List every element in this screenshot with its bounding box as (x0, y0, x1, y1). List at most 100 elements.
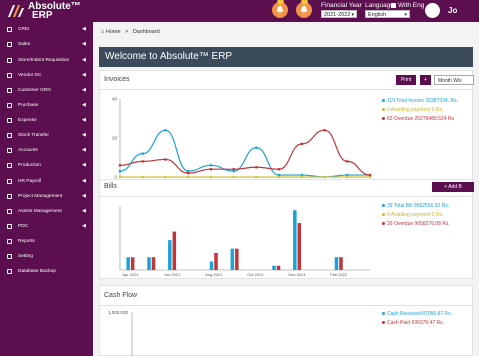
legend-awaiting: 0 Awaiting payment 0 Rs. (387, 107, 444, 113)
legend-awaiting: 0 Awaiting payment 0 Rs. (387, 212, 444, 218)
data-point (141, 160, 145, 163)
top-bar: Absolute™ ERP 0 0 Financial Year 2021-20… (0, 0, 479, 22)
legend-item: 39 Total Bill 9092556.92 Rs. (382, 202, 450, 211)
data-point (345, 160, 349, 163)
legend-dot (382, 204, 385, 208)
menu-icon (7, 27, 12, 32)
legend-dot (382, 117, 385, 121)
x-tick-label: Aug 2021 (205, 272, 223, 277)
add-bill-button[interactable]: + Add B (432, 182, 474, 192)
sidebar-item-assets-management[interactable]: Assets Management ◀ (0, 206, 93, 218)
legend-dot (382, 108, 385, 112)
bar (230, 248, 235, 270)
sidebar-item-expense[interactable]: Expense ◀ (0, 115, 93, 127)
y-tick-label: 40 (112, 97, 118, 102)
data-point (118, 169, 122, 173)
home-icon: ⌂ (101, 29, 105, 35)
print-button[interactable]: Print (396, 75, 416, 85)
legend-item: 0 Awaiting payment 0 Rs. (382, 211, 450, 220)
chevron-down-icon: ▾ (351, 12, 354, 18)
legend-dot (382, 99, 385, 103)
language-select[interactable]: English ▾ (365, 10, 410, 18)
notification-bell-2[interactable]: 0 (296, 0, 312, 18)
cashflow-legend: Cash Received 87056.87 Rs. Cash Paid 696… (382, 310, 452, 328)
menu-icon (7, 42, 12, 47)
data-point (209, 164, 213, 167)
bar (151, 257, 156, 270)
cashflow-y-tick: 1,000,000 (108, 310, 129, 315)
chevron-right-icon: ◀ (82, 147, 86, 153)
bar (293, 210, 297, 270)
logo-subtext: ERP (32, 10, 53, 21)
bar (339, 257, 343, 270)
data-point (300, 175, 304, 179)
sidebar-item-stock-transfer[interactable]: Stock Transfer ◀ (0, 130, 93, 142)
sidebar-item-label: CRM (18, 27, 29, 32)
breadcrumb-separator: > (125, 29, 129, 35)
sidebar-item-crm[interactable]: CRM ◀ (0, 24, 93, 36)
financial-year-label: Financial Year (321, 2, 362, 9)
sidebar-item-purchase[interactable]: Purchase ◀ (0, 100, 93, 112)
sidebar-item-accounts[interactable]: Accounts ◀ (0, 145, 93, 157)
sidebar-item-pdc[interactable]: PDC ◀ (0, 221, 93, 233)
page-title: Welcome to Absolute™ ERP (99, 47, 473, 67)
menu-icon (7, 118, 12, 123)
sidebar-item-label: Assets Management (18, 209, 62, 214)
data-point (232, 175, 235, 179)
sidebar-item-setting[interactable]: Setting (0, 251, 93, 263)
breadcrumb-home[interactable]: Home (106, 29, 121, 35)
data-point (118, 175, 122, 179)
invoices-chart: 02040Apr 2021Jun 2021Aug 2021Oct 2021Dec… (112, 97, 372, 184)
financial-year-select[interactable]: 2021-2022 ▾ (321, 10, 357, 18)
chevron-down-icon: ▾ (404, 12, 407, 18)
divider (100, 89, 474, 90)
sidebar-item-store[interactable]: Store/Indent Requisition ◀ (0, 55, 93, 67)
bar (297, 223, 302, 270)
data-point (345, 175, 349, 179)
menu-icon (7, 163, 12, 168)
legend-item: 83 Overdue 26276489.524 Rs (382, 115, 458, 124)
invoices-panel: Invoices Print + Month Wis 02040Apr 2021… (99, 70, 474, 190)
sidebar-item-reports[interactable]: Reports (0, 236, 93, 248)
chevron-right-icon: ◀ (82, 162, 86, 168)
sidebar-item-label: Reports (18, 239, 35, 244)
sidebar-item-label: Accounts (18, 148, 38, 153)
cashflow-title: Cash Flow (104, 292, 138, 299)
data-point (164, 175, 167, 179)
legend-paid: Cash Paid 696376.47 Rs. (387, 320, 444, 326)
data-point (209, 175, 213, 179)
legend-dot (382, 321, 385, 325)
sidebar-item-label: PDC (18, 224, 29, 229)
legend-item: 0 Awaiting payment 0 Rs. (382, 106, 458, 115)
sidebar-item-project-management[interactable]: Project Management ◀ (0, 191, 93, 203)
month-wise-dropdown[interactable]: Month Wis (434, 75, 474, 85)
sidebar-item-database-backup[interactable]: Database Backup (0, 266, 93, 278)
sidebar-item-production[interactable]: Production ◀ (0, 160, 93, 172)
with-eng-checkbox[interactable] (391, 3, 396, 8)
user-name[interactable]: Jo (448, 6, 457, 15)
chevron-right-icon: ◀ (82, 223, 86, 229)
add-invoice-button[interactable]: + (420, 75, 431, 85)
legend-item: 39 Overdue 9058276.08 Rs. (382, 220, 450, 229)
avatar[interactable] (425, 3, 440, 18)
sidebar-item-label: Stock Transfer (18, 133, 49, 138)
bills-chart: Apr 2021 Jun 2021 Aug 2021 Oct 2021 Dec 2021… (119, 206, 370, 277)
notification-bell-1[interactable]: 0 (272, 0, 288, 18)
database-icon (7, 269, 12, 274)
sidebar-item-sales[interactable]: Sales ◀ (0, 39, 93, 51)
sidebar-item-customer-grn[interactable]: Customer GRN ◀ (0, 85, 93, 97)
sidebar-item-label: HR Payroll (18, 179, 41, 184)
chevron-right-icon: ◀ (82, 178, 86, 184)
sidebar: CRM ◀ Sales ◀ Store/Indent Requisition ◀ Ve… (0, 22, 93, 356)
app-logo[interactable]: Absolute™ ERP (6, 1, 94, 21)
sidebar-item-label: Expense (18, 118, 37, 123)
gear-icon (7, 254, 12, 259)
bills-panel: Bills + Add B Apr 2021 Jun 2021 Aug 2021 Oc… (99, 179, 474, 279)
data-point (186, 175, 190, 179)
sidebar-item-vendor-dc[interactable]: Vendor DC ◀ (0, 70, 93, 82)
data-point (186, 171, 190, 175)
sidebar-item-hr-payroll[interactable]: HR Payroll ◀ (0, 176, 93, 188)
financial-year-value: 2021-2022 (324, 12, 351, 18)
breadcrumb-current: Dashboard (132, 29, 160, 35)
legend-total: 119 Total Invoice 26387334. Rs. (387, 98, 458, 104)
